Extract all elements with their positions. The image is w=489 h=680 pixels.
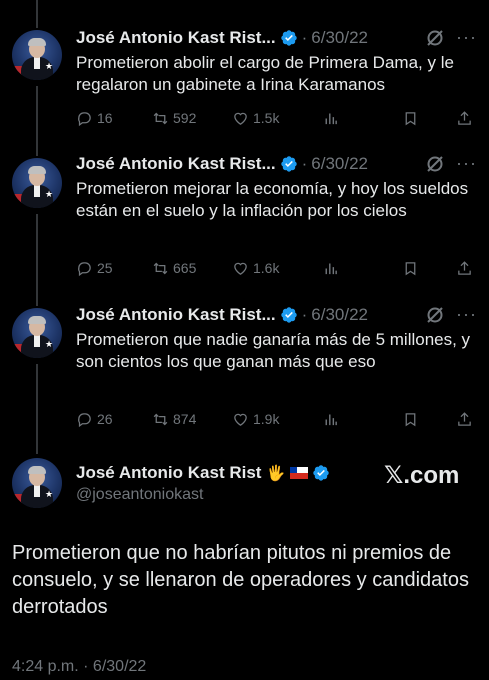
tweet-date[interactable]: 6/30/22 bbox=[311, 154, 368, 174]
waving-hand-emoji: 🖐 bbox=[266, 465, 286, 482]
tweet-text: Prometieron que nadie ganaría más de 5 m… bbox=[76, 330, 471, 371]
repost-button[interactable]: 665 bbox=[152, 260, 232, 277]
verified-badge-icon bbox=[280, 307, 297, 323]
separator-dot: · bbox=[301, 305, 308, 324]
bookmark-button[interactable] bbox=[402, 411, 456, 428]
like-count: 1.9k bbox=[253, 411, 280, 427]
reply-icon bbox=[78, 412, 91, 427]
thread-tweet[interactable]: ★ José Antonio Kast Rist... · 6/30/22 ··… bbox=[0, 0, 489, 140]
reply-button[interactable]: 26 bbox=[76, 411, 152, 428]
share-icon bbox=[458, 260, 471, 275]
repost-icon bbox=[153, 413, 168, 425]
reply-count: 26 bbox=[97, 411, 113, 427]
reply-count: 16 bbox=[97, 110, 113, 126]
verified-badge-icon bbox=[280, 30, 297, 46]
reply-count: 25 bbox=[97, 260, 113, 276]
avatar[interactable]: ★ bbox=[12, 458, 62, 508]
reply-button[interactable]: 16 bbox=[76, 110, 152, 127]
x-com-watermark: 𝕏.com bbox=[384, 462, 460, 489]
repost-button[interactable]: 592 bbox=[152, 110, 232, 127]
like-button[interactable]: 1.6k bbox=[232, 260, 322, 277]
avatar[interactable]: ★ bbox=[12, 158, 62, 208]
views-chart-icon bbox=[325, 113, 337, 124]
reply-icon bbox=[78, 111, 91, 126]
views-button[interactable] bbox=[322, 260, 402, 277]
share-icon bbox=[458, 110, 471, 125]
like-button[interactable]: 1.5k bbox=[232, 110, 322, 127]
author-handle[interactable]: @joseantoniokast bbox=[76, 486, 203, 504]
like-button[interactable]: 1.9k bbox=[232, 411, 322, 428]
main-tweet-text: Prometieron que no habrían pitutos ni pr… bbox=[12, 542, 469, 618]
bookmark-icon bbox=[405, 412, 416, 426]
share-button[interactable] bbox=[456, 260, 473, 277]
author-name[interactable]: José Antonio Kast Rist... bbox=[76, 305, 276, 325]
more-options-icon[interactable]: ··· bbox=[456, 153, 477, 174]
author-name[interactable]: José Antonio Kast Rist... bbox=[76, 28, 276, 48]
bookmark-button[interactable] bbox=[402, 110, 456, 127]
repost-button[interactable]: 874 bbox=[152, 411, 232, 428]
repost-count: 874 bbox=[173, 411, 197, 427]
repost-icon bbox=[153, 112, 168, 124]
repost-count: 665 bbox=[173, 260, 197, 276]
thread-connector-line bbox=[36, 364, 38, 454]
avatar[interactable]: ★ bbox=[12, 308, 62, 358]
share-icon bbox=[458, 411, 471, 426]
heart-icon bbox=[234, 112, 247, 125]
like-count: 1.5k bbox=[253, 110, 280, 126]
separator-dot: · bbox=[301, 154, 308, 173]
author-name[interactable]: José Antonio Kast Rist... bbox=[76, 154, 276, 174]
tweet-timestamp[interactable]: 4:24 p.m. · 6/30/22 bbox=[12, 658, 146, 676]
views-button[interactable] bbox=[322, 110, 402, 127]
bookmark-button[interactable] bbox=[402, 260, 456, 277]
chile-flag-icon bbox=[290, 467, 309, 479]
views-chart-icon bbox=[325, 414, 337, 425]
grok-icon[interactable] bbox=[425, 305, 445, 325]
tweet-text: Prometieron abolir el cargo de Primera D… bbox=[76, 53, 454, 94]
views-button[interactable] bbox=[322, 411, 402, 428]
more-options-icon[interactable]: ··· bbox=[456, 304, 477, 325]
heart-icon bbox=[234, 262, 247, 275]
like-count: 1.6k bbox=[253, 260, 280, 276]
author-name[interactable]: José Antonio Kast Rist bbox=[76, 463, 261, 483]
more-options-icon[interactable]: ··· bbox=[456, 27, 477, 48]
share-button[interactable] bbox=[456, 411, 473, 428]
verified-badge-icon bbox=[280, 156, 297, 172]
bookmark-icon bbox=[405, 261, 416, 275]
heart-icon bbox=[234, 413, 247, 426]
separator-dot: · bbox=[301, 28, 308, 47]
grok-icon[interactable] bbox=[425, 154, 445, 174]
repost-count: 592 bbox=[173, 110, 197, 126]
tweet-date[interactable]: 6/30/22 bbox=[311, 305, 368, 325]
tweet-text: Prometieron mejorar la economía, y hoy l… bbox=[76, 179, 469, 220]
verified-badge-icon bbox=[313, 465, 329, 481]
share-button[interactable] bbox=[456, 110, 473, 127]
reply-icon bbox=[78, 261, 91, 276]
repost-icon bbox=[153, 262, 168, 274]
grok-icon[interactable] bbox=[425, 28, 445, 48]
bookmark-icon bbox=[405, 111, 416, 125]
views-chart-icon bbox=[325, 263, 337, 274]
tweet-date[interactable]: 6/30/22 bbox=[311, 28, 368, 48]
reply-button[interactable]: 25 bbox=[76, 260, 152, 277]
avatar[interactable]: ★ bbox=[12, 30, 62, 80]
thread-connector-line bbox=[36, 214, 38, 306]
